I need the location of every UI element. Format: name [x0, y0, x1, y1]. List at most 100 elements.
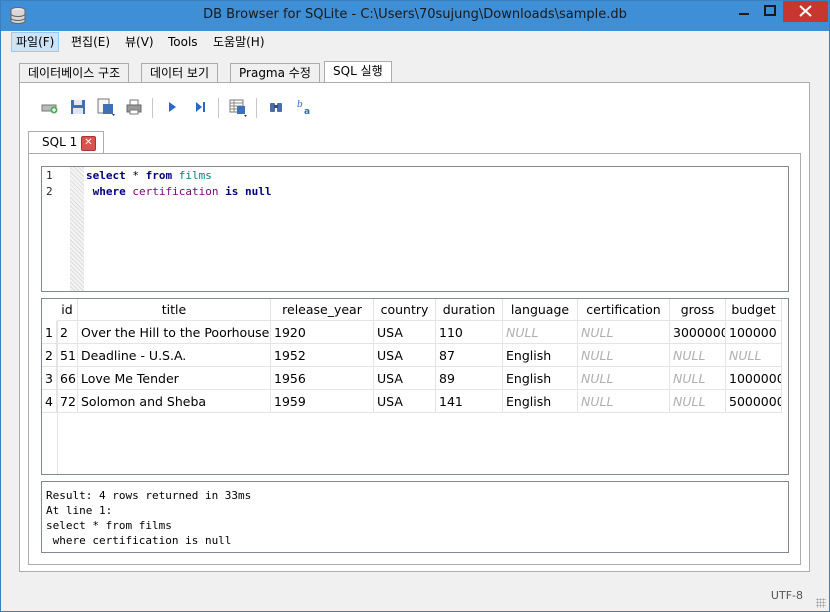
- resize-grip-icon[interactable]: [816, 598, 826, 608]
- table-cell[interactable]: 1959: [271, 390, 374, 413]
- sql-tab-label: SQL 1: [42, 135, 78, 149]
- svg-text:b: b: [297, 100, 303, 110]
- row-number[interactable]: 2: [42, 344, 57, 367]
- table-cell[interactable]: 3000000: [670, 321, 726, 344]
- table-cell[interactable]: NULL: [670, 367, 726, 390]
- tab-execute-sql[interactable]: SQL 실행: [324, 61, 392, 83]
- sql-keyword: select: [86, 169, 126, 182]
- table-cell[interactable]: 110: [436, 321, 503, 344]
- column-header-language[interactable]: language: [503, 299, 578, 321]
- maximize-button[interactable]: [757, 1, 783, 22]
- table-cell[interactable]: USA: [374, 367, 436, 390]
- line-number: 1: [46, 169, 53, 182]
- sql-editor[interactable]: 1 2 select * from films where certificat…: [41, 166, 789, 292]
- column-header-gross[interactable]: gross: [670, 299, 726, 321]
- close-sql-tab-icon[interactable]: ✕: [81, 136, 96, 151]
- sql-keyword: where: [92, 185, 126, 198]
- save-results-icon: [229, 99, 247, 117]
- column-header-duration[interactable]: duration: [436, 299, 503, 321]
- find-icon: [270, 103, 282, 112]
- table-cell[interactable]: Love Me Tender: [78, 367, 271, 390]
- table-cell[interactable]: English: [503, 390, 578, 413]
- close-button[interactable]: [783, 1, 828, 22]
- sql-keyword: from: [145, 169, 173, 182]
- sql-keyword: null: [244, 185, 272, 198]
- svg-text:a: a: [304, 107, 310, 116]
- table-cell[interactable]: Over the Hill to the Poorhouse: [78, 321, 271, 344]
- table-cell[interactable]: 1000000: [726, 367, 782, 390]
- tab-database-structure[interactable]: 데이터베이스 구조: [19, 63, 130, 83]
- table-cell[interactable]: 1956: [271, 367, 374, 390]
- table-cell[interactable]: 51: [57, 344, 78, 367]
- fold-margin: [70, 167, 84, 291]
- menu-tools[interactable]: Tools: [164, 33, 202, 51]
- table-cell[interactable]: 5000000: [726, 390, 782, 413]
- row-number[interactable]: 3: [42, 367, 57, 390]
- table-cell[interactable]: English: [503, 344, 578, 367]
- table-cell[interactable]: USA: [374, 390, 436, 413]
- table-cell[interactable]: English: [503, 367, 578, 390]
- menu-help[interactable]: 도움말(H): [209, 33, 269, 51]
- find-button[interactable]: [264, 95, 288, 119]
- save-sql-file-button[interactable]: [94, 95, 118, 119]
- save-sql-file-icon: [97, 98, 115, 116]
- row-number[interactable]: 4: [42, 390, 57, 413]
- tab-browse-data[interactable]: 데이터 보기: [141, 63, 219, 83]
- table-cell[interactable]: 66: [57, 367, 78, 390]
- table-cell[interactable]: 2: [57, 321, 78, 344]
- open-tab-icon: [41, 104, 58, 114]
- table-cell[interactable]: 72: [57, 390, 78, 413]
- table-cell[interactable]: USA: [374, 344, 436, 367]
- open-tab-button[interactable]: [38, 95, 62, 119]
- result-message: Result: 4 rows returned in 33ms At line …: [41, 481, 789, 553]
- table-cell[interactable]: NULL: [670, 390, 726, 413]
- minimize-button[interactable]: [731, 1, 757, 22]
- sql-text: *: [125, 169, 146, 182]
- table-cell[interactable]: 100000: [726, 321, 782, 344]
- tab-edit-pragmas[interactable]: Pragma 수정: [230, 63, 320, 83]
- column-header-release_year[interactable]: release_year: [271, 299, 374, 321]
- table-cell[interactable]: 1920: [271, 321, 374, 344]
- table-cell[interactable]: 1952: [271, 344, 374, 367]
- sql-editor-area: 1 2 select * from films where certificat…: [28, 153, 801, 565]
- table-cell[interactable]: NULL: [503, 321, 578, 344]
- table-cell[interactable]: NULL: [578, 344, 670, 367]
- open-sql-file-icon: [71, 100, 85, 114]
- table-cell[interactable]: NULL: [578, 321, 670, 344]
- print-button[interactable]: [122, 95, 146, 119]
- sql-editor-tab[interactable]: SQL 1 ✕: [28, 131, 104, 154]
- maximize-icon: [764, 5, 776, 16]
- results-grid[interactable]: id title release_year country duration langua…: [41, 298, 789, 475]
- execute-line-icon: [196, 102, 205, 112]
- title-bar[interactable]: DB Browser for SQLite - C:\Users\70sujun…: [1, 1, 829, 31]
- save-results-button[interactable]: [226, 95, 250, 119]
- find-replace-button[interactable]: ba: [292, 95, 316, 119]
- menu-edit[interactable]: 편집(E): [67, 33, 114, 51]
- menu-view[interactable]: 뷰(V): [121, 33, 158, 51]
- column-header-id[interactable]: id: [57, 299, 78, 321]
- code-line-1: select * from films: [86, 169, 212, 182]
- table-cell[interactable]: 87: [436, 344, 503, 367]
- close-icon: [799, 5, 812, 17]
- table-cell[interactable]: USA: [374, 321, 436, 344]
- table-cell[interactable]: Solomon and Sheba: [78, 390, 271, 413]
- line-number: 2: [46, 185, 53, 198]
- column-header-country[interactable]: country: [374, 299, 436, 321]
- execute-all-button[interactable]: [160, 95, 184, 119]
- column-header-certification[interactable]: certification: [578, 299, 670, 321]
- column-header-title[interactable]: title: [78, 299, 271, 321]
- menu-file[interactable]: 파일(F): [11, 32, 60, 52]
- open-sql-file-button[interactable]: [66, 95, 90, 119]
- table-cell[interactable]: NULL: [578, 390, 670, 413]
- table-cell[interactable]: NULL: [726, 344, 782, 367]
- execute-line-button[interactable]: [188, 95, 212, 119]
- table-cell[interactable]: 141: [436, 390, 503, 413]
- row-number[interactable]: 1: [42, 321, 57, 344]
- table-cell[interactable]: NULL: [578, 367, 670, 390]
- window-title: DB Browser for SQLite - C:\Users\70sujun…: [203, 7, 627, 22]
- table-cell[interactable]: NULL: [670, 344, 726, 367]
- column-header-budget[interactable]: budget: [726, 299, 782, 321]
- table-cell[interactable]: 89: [436, 367, 503, 390]
- table-cell[interactable]: Deadline - U.S.A.: [78, 344, 271, 367]
